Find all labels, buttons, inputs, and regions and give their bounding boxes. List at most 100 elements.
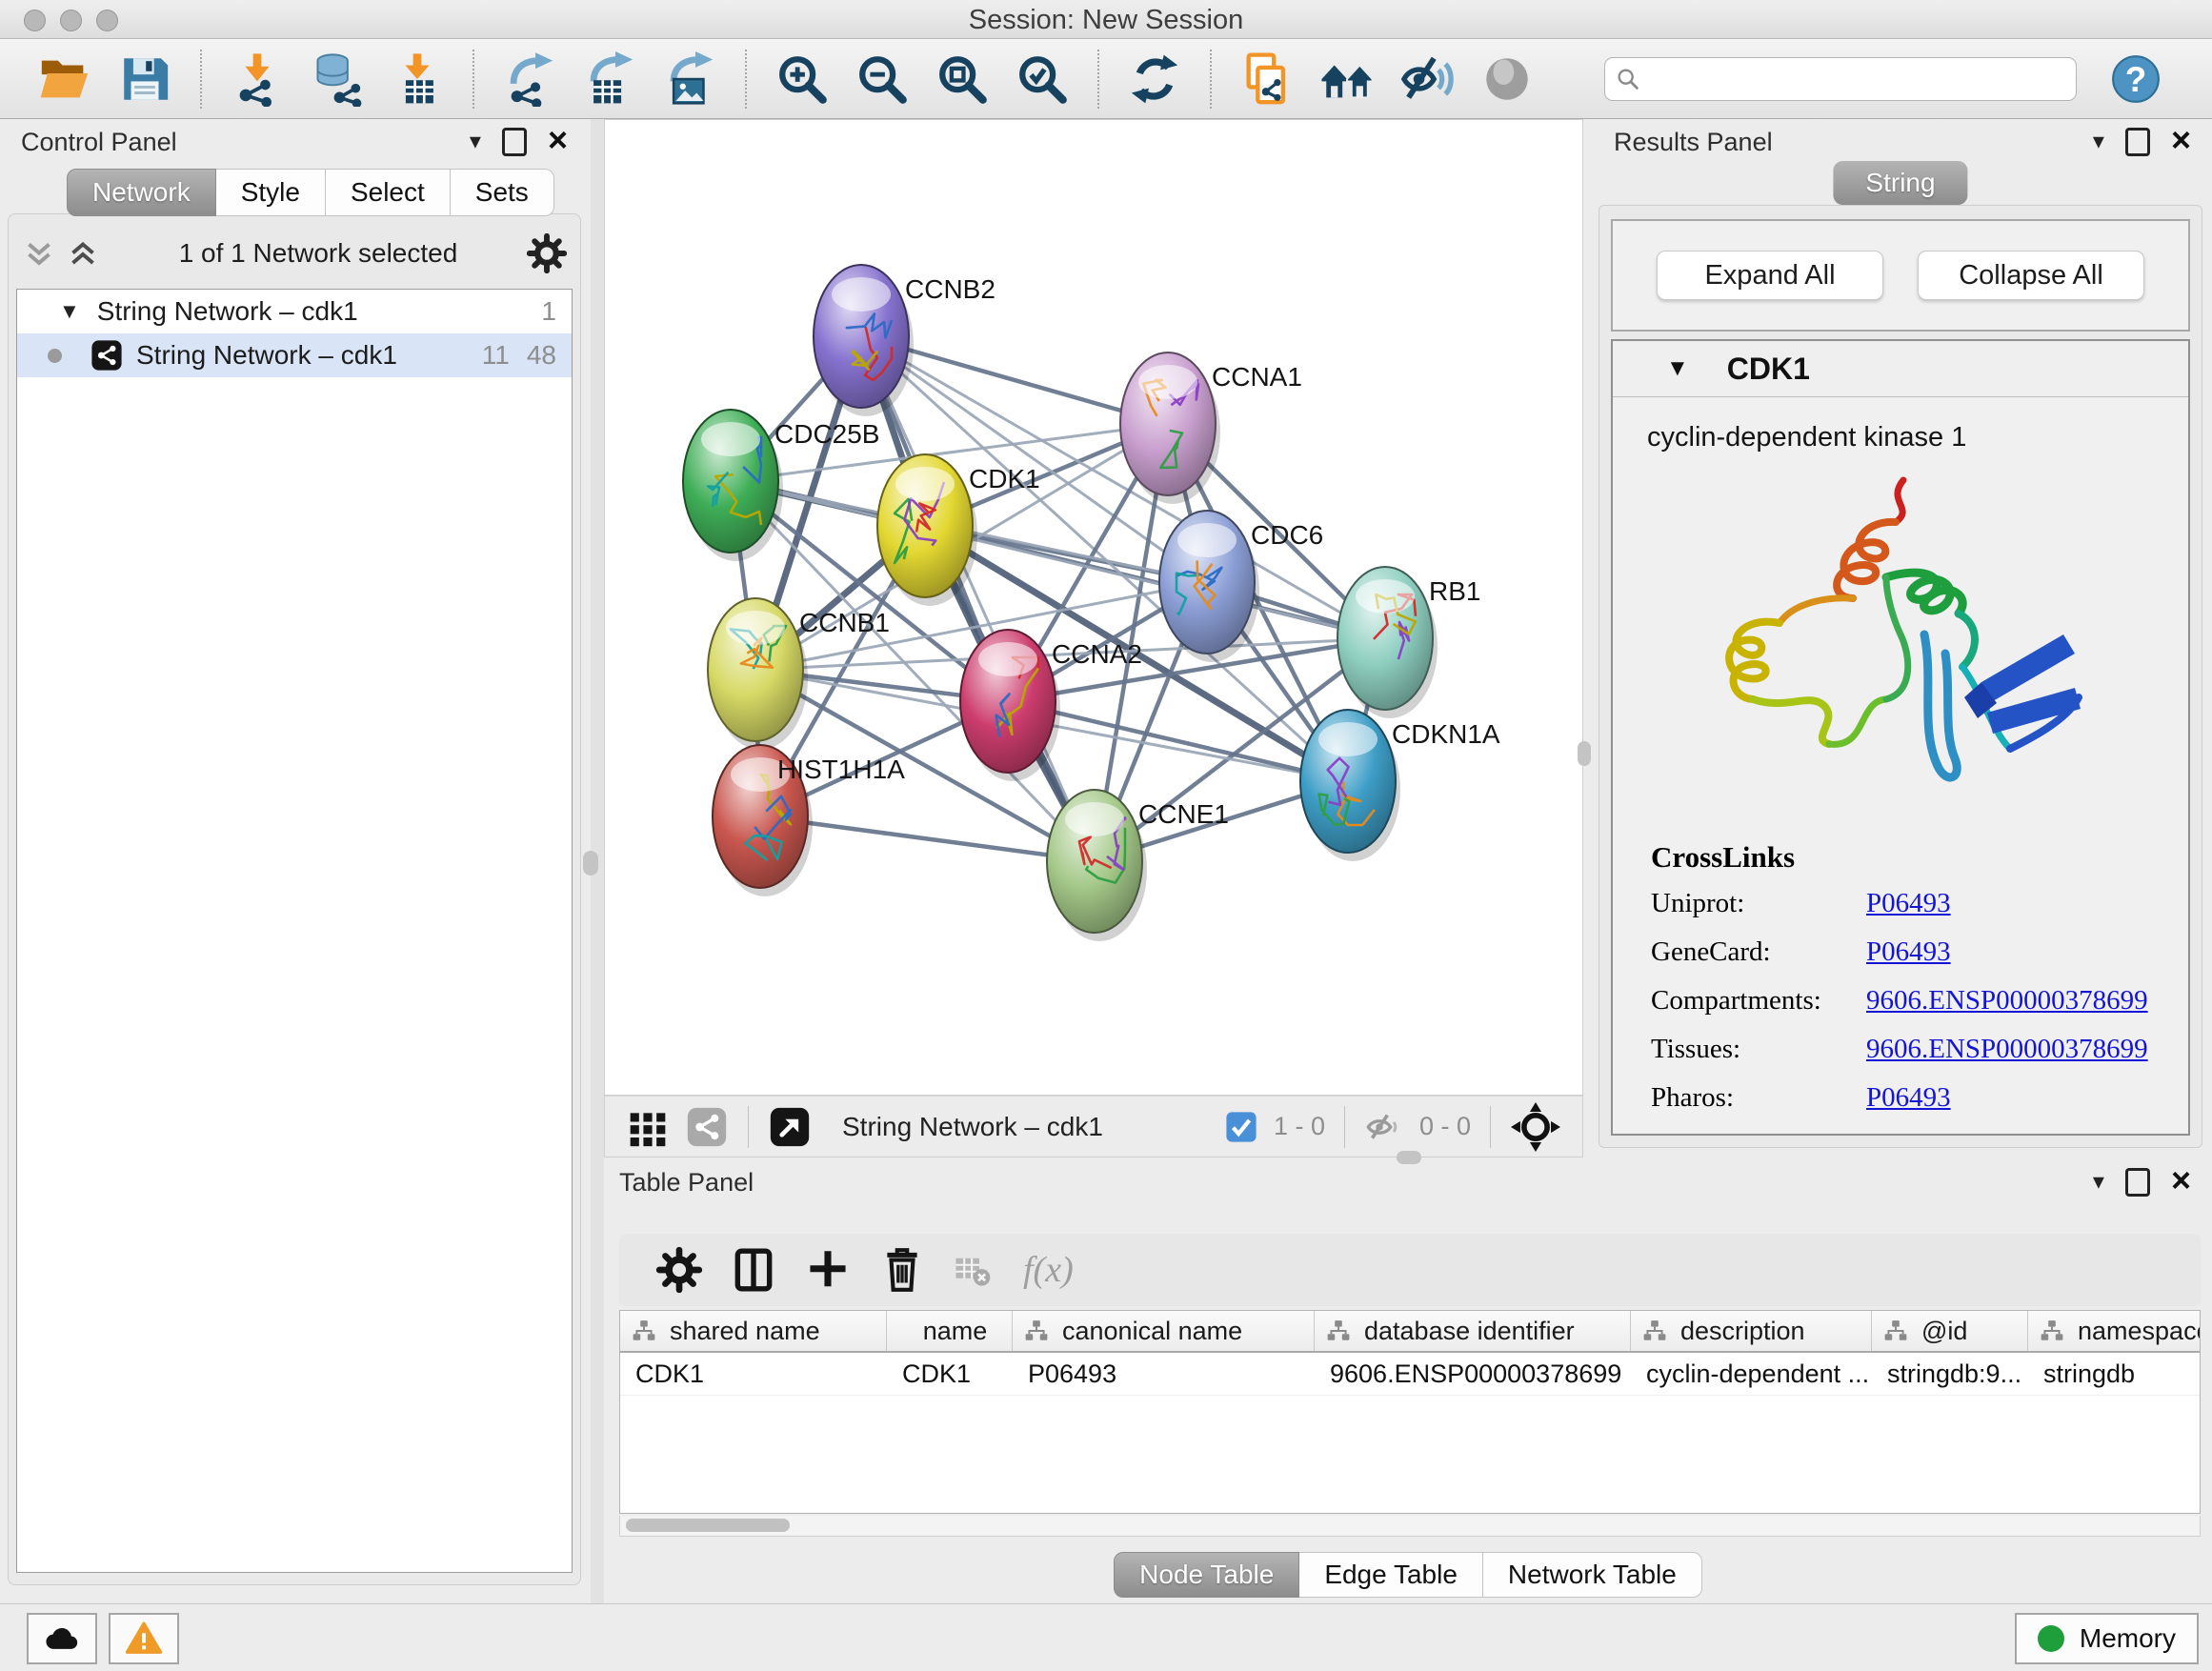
panel-float-icon[interactable] bbox=[2125, 1168, 2150, 1197]
node-CDKN1A[interactable]: CDKN1A bbox=[1300, 710, 1500, 861]
import-network-file-icon[interactable] bbox=[230, 51, 285, 107]
node-RB1[interactable]: RB1 bbox=[1337, 567, 1480, 718]
import-network-database-icon[interactable] bbox=[310, 51, 365, 107]
panel-menu-icon[interactable]: ▾ bbox=[470, 131, 481, 153]
node-section-header[interactable]: ▼ CDK1 bbox=[1613, 341, 2188, 397]
collapse-all-button[interactable]: Collapse All bbox=[1918, 251, 2144, 300]
splitter-handle[interactable] bbox=[583, 851, 598, 876]
search-input[interactable] bbox=[1641, 63, 2066, 94]
column-header-id[interactable]: @id bbox=[1872, 1311, 2028, 1351]
node-CCNB1[interactable]: CCNB1 bbox=[708, 598, 890, 750]
splitter-handle[interactable] bbox=[1578, 741, 1591, 766]
node-CCNE1[interactable]: CCNE1 bbox=[1047, 790, 1229, 941]
table-row[interactable]: CDK1 CDK1 P06493 9606.ENSP00000378699 cy… bbox=[620, 1353, 2200, 1396]
delete-table-icon[interactable] bbox=[953, 1250, 993, 1290]
column-header-namespace[interactable]: namespace bbox=[2028, 1311, 2200, 1351]
cell-shared-name[interactable]: CDK1 bbox=[620, 1353, 887, 1395]
table-hscrollbar-thumb[interactable] bbox=[626, 1519, 790, 1532]
collapse-all-networks-icon[interactable] bbox=[22, 237, 56, 270]
zoom-fit-icon[interactable] bbox=[935, 51, 990, 107]
home-overview-icon[interactable] bbox=[1319, 51, 1375, 107]
cell-database-identifier[interactable]: 9606.ENSP00000378699 bbox=[1315, 1353, 1631, 1395]
cell-canonical-name[interactable]: P06493 bbox=[1013, 1353, 1315, 1395]
table-horizontal-scrollbar[interactable] bbox=[619, 1516, 2201, 1537]
expand-all-networks-icon[interactable] bbox=[66, 237, 100, 270]
panel-float-icon[interactable] bbox=[2125, 128, 2150, 156]
network-badge-icon[interactable] bbox=[686, 1106, 728, 1148]
help-button[interactable]: ? bbox=[2111, 54, 2161, 104]
save-session-icon[interactable] bbox=[117, 51, 172, 107]
panel-menu-icon[interactable]: ▾ bbox=[2093, 1171, 2104, 1194]
crosslink-genecard-link[interactable]: P06493 bbox=[1866, 936, 1951, 968]
zoom-in-icon[interactable] bbox=[774, 51, 830, 107]
warnings-button[interactable] bbox=[109, 1613, 179, 1664]
panel-float-icon[interactable] bbox=[502, 128, 527, 156]
column-header-canonical-name[interactable]: canonical name bbox=[1013, 1311, 1315, 1351]
node-CCNA1[interactable]: CCNA1 bbox=[1120, 352, 1302, 504]
birds-eye-crosshair-icon[interactable] bbox=[1511, 1102, 1560, 1152]
node-CCNA2[interactable]: CCNA2 bbox=[960, 630, 1142, 781]
render-toggle-icon[interactable] bbox=[1479, 51, 1535, 107]
panel-close-icon[interactable]: × bbox=[548, 123, 568, 157]
memory-button[interactable]: Memory bbox=[2015, 1613, 2199, 1664]
detach-view-icon[interactable] bbox=[769, 1106, 811, 1148]
hidden-eye-icon[interactable] bbox=[1365, 1108, 1403, 1146]
splitter-handle[interactable] bbox=[1397, 1151, 1421, 1164]
cell-description[interactable]: cyclin-dependent ... bbox=[1631, 1353, 1872, 1395]
tab-select[interactable]: Select bbox=[326, 169, 451, 216]
copy-style-icon[interactable] bbox=[1239, 51, 1295, 107]
panel-close-icon[interactable]: × bbox=[2171, 123, 2191, 157]
export-image-icon[interactable] bbox=[662, 51, 717, 107]
network-tab-pane: 1 of 1 Network selected ▼ String Network… bbox=[8, 213, 581, 1585]
add-column-icon[interactable] bbox=[804, 1246, 852, 1294]
tree-expand-icon[interactable]: ▼ bbox=[59, 299, 80, 324]
tab-node-table[interactable]: Node Table bbox=[1114, 1552, 1299, 1598]
show-columns-icon[interactable] bbox=[730, 1246, 777, 1294]
tab-network[interactable]: Network bbox=[67, 169, 216, 216]
export-network-icon[interactable] bbox=[502, 51, 557, 107]
tab-style[interactable]: Style bbox=[216, 169, 326, 216]
search-field[interactable] bbox=[1604, 57, 2077, 101]
tab-sets[interactable]: Sets bbox=[451, 169, 554, 216]
cloud-jobs-button[interactable] bbox=[27, 1613, 97, 1664]
node-CDC6[interactable]: CDC6 bbox=[1159, 511, 1323, 662]
table-options-gear-icon[interactable] bbox=[655, 1246, 703, 1294]
crosslink-compartments-link[interactable]: 9606.ENSP00000378699 bbox=[1866, 985, 2148, 1017]
column-header-shared-name[interactable]: shared name bbox=[620, 1311, 887, 1351]
import-table-file-icon[interactable] bbox=[390, 51, 445, 107]
function-builder-icon[interactable]: f(x) bbox=[1023, 1249, 1074, 1291]
column-header-name[interactable]: name bbox=[887, 1311, 1013, 1351]
network-options-gear-icon[interactable] bbox=[527, 233, 567, 273]
refresh-icon[interactable] bbox=[1127, 51, 1182, 107]
panel-menu-icon[interactable]: ▾ bbox=[2093, 131, 2104, 153]
cell-id[interactable]: stringdb:9... bbox=[1872, 1353, 2028, 1395]
column-header-database-identifier[interactable]: database identifier bbox=[1315, 1311, 1631, 1351]
export-table-icon[interactable] bbox=[582, 51, 637, 107]
network-collection-row[interactable]: ▼ String Network – cdk1 1 bbox=[17, 290, 572, 333]
node-HIST1H1A[interactable]: HIST1H1A bbox=[713, 745, 905, 896]
show-hide-graphics-icon[interactable] bbox=[1399, 51, 1455, 107]
section-collapse-icon[interactable]: ▼ bbox=[1666, 355, 1689, 382]
delete-column-icon[interactable] bbox=[878, 1246, 926, 1294]
open-file-icon[interactable] bbox=[37, 51, 92, 107]
crosslink-tissues-link[interactable]: 9606.ENSP00000378699 bbox=[1866, 1034, 2148, 1065]
crosslink-uniprot-link[interactable]: P06493 bbox=[1866, 888, 1951, 919]
node-CCNB2[interactable]: CCNB2 bbox=[814, 265, 995, 416]
tab-edge-table[interactable]: Edge Table bbox=[1299, 1552, 1483, 1598]
tab-network-table[interactable]: Network Table bbox=[1483, 1552, 1702, 1598]
crosslink-pharos-link[interactable]: P06493 bbox=[1866, 1082, 1951, 1114]
crosslink-label: Compartments: bbox=[1651, 985, 1866, 1017]
panel-close-icon[interactable]: × bbox=[2171, 1163, 2191, 1198]
expand-all-button[interactable]: Expand All bbox=[1657, 251, 1883, 300]
network-canvas[interactable]: CCNB2CCNA1CDC25BCDK1CDC6RB1CCNB1CCNA2CDK… bbox=[604, 119, 1583, 1096]
grid-view-icon[interactable] bbox=[627, 1106, 669, 1148]
column-header-description[interactable]: description bbox=[1631, 1311, 1872, 1351]
network-row[interactable]: String Network – cdk1 11 48 bbox=[17, 333, 572, 377]
tab-string[interactable]: String bbox=[1833, 161, 1967, 205]
cell-namespace[interactable]: stringdb bbox=[2028, 1353, 2200, 1395]
node-CDC25B[interactable]: CDC25B bbox=[683, 410, 879, 561]
cell-name[interactable]: CDK1 bbox=[887, 1353, 1013, 1395]
zoom-selected-icon[interactable] bbox=[1015, 51, 1070, 107]
zoom-out-icon[interactable] bbox=[855, 51, 910, 107]
selected-checkbox-icon[interactable] bbox=[1225, 1111, 1257, 1143]
